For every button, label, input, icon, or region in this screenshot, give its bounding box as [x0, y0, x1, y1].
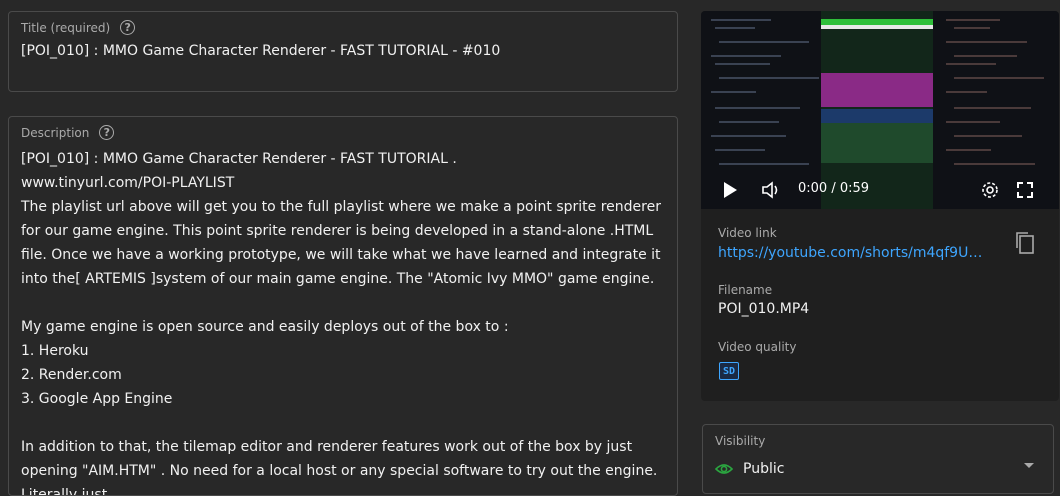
- video-quality-label: Video quality: [718, 340, 797, 354]
- thumbnail-line: [711, 91, 756, 93]
- thumbnail-line: [954, 163, 1035, 165]
- thumbnail-line: [715, 107, 800, 109]
- description-field[interactable]: Description ? [POI_010] : MMO Game Chara…: [8, 116, 678, 496]
- thumbnail-line: [719, 41, 809, 43]
- description-input[interactable]: [POI_010] : MMO Game Character Renderer …: [21, 147, 665, 495]
- thumbnail-line: [946, 121, 1000, 123]
- thumbnail-line: [954, 107, 1031, 109]
- video-link[interactable]: https://youtube.com/shorts/m4qf9Uaj...: [718, 245, 986, 261]
- visibility-value: Public: [743, 461, 785, 477]
- thumbnail-line: [954, 135, 1022, 137]
- thumbnail-line: [711, 135, 786, 137]
- chevron-down-icon[interactable]: [1021, 457, 1037, 477]
- quality-badge: SD: [719, 362, 739, 380]
- description-label: Description ?: [21, 125, 115, 140]
- visibility-label: Visibility: [715, 434, 766, 448]
- thumbnail-line: [711, 19, 771, 21]
- title-input[interactable]: [POI_010] : MMO Game Character Renderer …: [21, 43, 665, 59]
- video-thumbnail-center: [821, 11, 933, 209]
- volume-icon[interactable]: [760, 179, 782, 201]
- fullscreen-icon[interactable]: [1014, 179, 1036, 201]
- thumbnail-line: [719, 121, 779, 123]
- thumbnail-line: [715, 149, 765, 151]
- thumbnail-line: [711, 55, 781, 57]
- copy-icon[interactable]: [1015, 231, 1037, 255]
- gear-icon[interactable]: [979, 179, 1001, 201]
- filename-label: Filename: [718, 283, 773, 297]
- thumbnail-line: [719, 163, 809, 165]
- help-icon[interactable]: ?: [99, 125, 115, 140]
- thumbnail-line: [954, 55, 1017, 57]
- eye-icon: [714, 461, 734, 481]
- title-field[interactable]: Title (required) ? [POI_010] : MMO Game …: [8, 11, 678, 92]
- thumbnail-line: [715, 27, 755, 29]
- video-player[interactable]: 0:00 / 0:59: [701, 11, 1059, 209]
- thumbnail-line: [946, 149, 991, 151]
- title-label: Title (required) ?: [21, 20, 136, 35]
- filename: POI_010.MP4: [718, 301, 810, 317]
- thumbnail-line: [946, 63, 996, 65]
- thumbnail-line: [946, 19, 1000, 21]
- video-link-label: Video link: [718, 226, 777, 240]
- thumbnail-line: [719, 77, 819, 79]
- thumbnail-line: [946, 41, 1027, 43]
- video-time: 0:00 / 0:59: [798, 181, 870, 196]
- thumbnail-line: [954, 27, 990, 29]
- thumbnail-line: [715, 63, 770, 65]
- thumbnail-line: [954, 77, 1044, 79]
- play-icon[interactable]: [719, 179, 741, 201]
- thumbnail-line: [946, 91, 987, 93]
- video-panel: 0:00 / 0:59 Video link https://youtube.c…: [701, 11, 1059, 401]
- help-icon[interactable]: ?: [120, 20, 136, 35]
